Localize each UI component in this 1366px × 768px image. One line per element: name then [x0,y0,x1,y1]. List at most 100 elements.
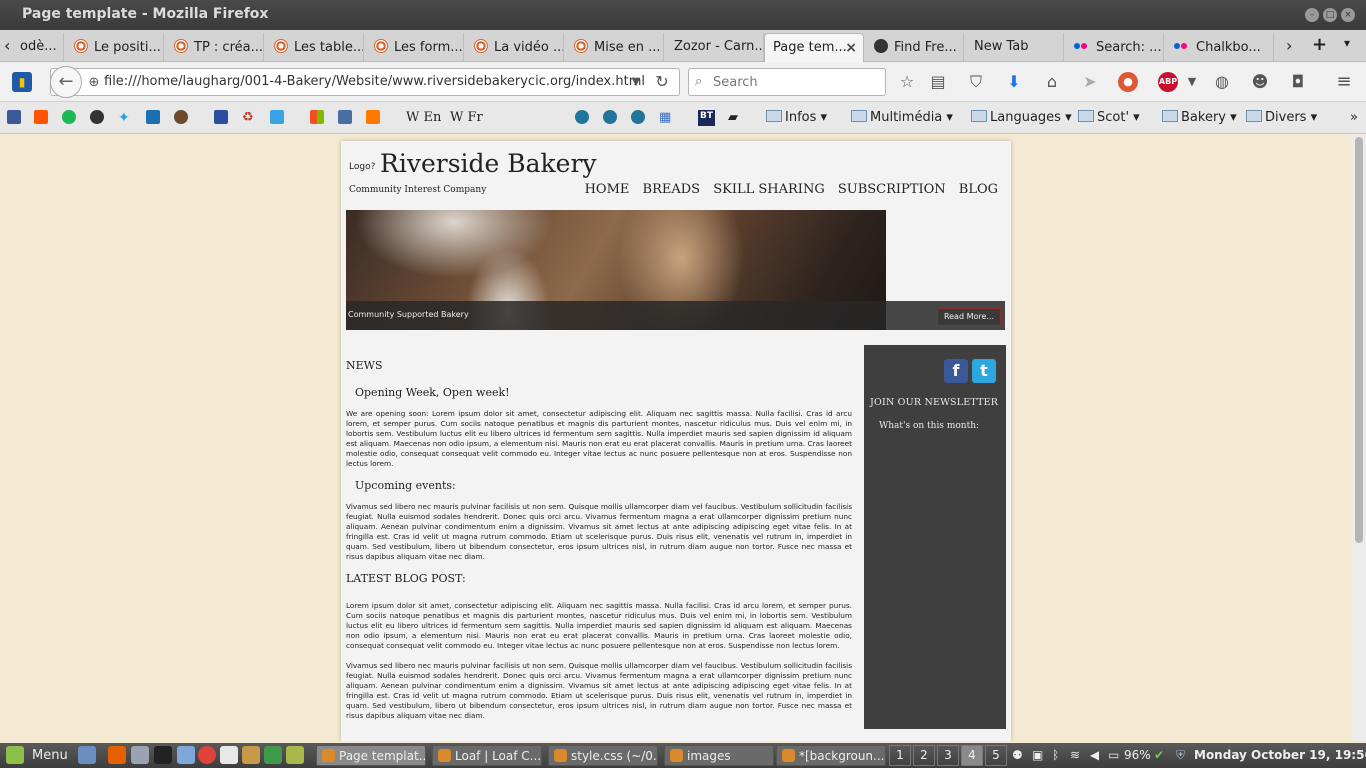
app-launcher-icon[interactable] [242,746,260,764]
adblock-menu-icon[interactable]: ▼ [1182,72,1202,92]
clock[interactable]: Monday October 19, 19:56 [1194,745,1366,766]
workspace-3[interactable]: 3 [937,745,959,766]
twitter-icon[interactable]: ✦ [118,110,130,126]
tab-list-icon[interactable]: ▾ [1344,36,1350,52]
search-input[interactable]: ⌕ Search [688,68,886,96]
workspace-1[interactable]: 1 [889,745,911,766]
tab[interactable]: New Tab [966,33,1064,62]
wordpress-icon[interactable] [631,110,645,124]
page-info-icon[interactable]: ⊕ [84,73,104,93]
taskbar-window-images[interactable]: images [664,745,774,766]
smiley-icon[interactable]: ☻ [1250,72,1270,92]
disk-icon[interactable]: ▣ [1032,745,1043,766]
apps-grid-icon[interactable]: ▦ [659,110,671,126]
facebook-icon[interactable]: f [944,359,968,383]
page-scrollbar[interactable] [1352,135,1366,741]
workspace-2[interactable]: 2 [913,745,935,766]
taskbar-window-loaf[interactable]: Loaf | Loaf C... [432,745,542,766]
dark-bookmark-icon[interactable]: ▰ [728,110,738,126]
star-bookmark-icon[interactable] [90,110,104,124]
wikipedia-en-bookmark[interactable]: W En [406,110,441,126]
site-logo[interactable]: Logo? [349,162,375,172]
wifi-icon[interactable]: ≋ [1070,745,1080,766]
site-title[interactable]: Riverside Bakery [380,149,597,178]
shield-icon[interactable]: ⛨ [1176,745,1185,766]
tab[interactable]: Mise en ... [566,33,664,62]
downloads-icon[interactable]: ⬇ [1004,72,1024,92]
news-bookmark-icon[interactable] [338,110,352,124]
nav-skill-sharing[interactable]: SKILL SHARING [713,182,824,197]
tab[interactable]: Search: ... [1066,33,1164,62]
url-history-dropdown-icon[interactable]: ▼ [626,72,646,92]
battery-icon[interactable]: ▭ [1108,745,1119,766]
nav-subscription[interactable]: SUBSCRIPTION [838,182,946,197]
update-icon[interactable]: ✔ [1154,745,1164,766]
send-icon[interactable]: ➤ [1080,72,1100,92]
soundcloud-icon[interactable] [34,110,48,124]
taskbar-window-style-css[interactable]: style.css (~/0... [548,745,658,766]
bookmark-star-icon[interactable]: ☆ [897,72,917,92]
extension-icon[interactable]: ◘ [1288,72,1308,92]
tab[interactable]: Le positi... [66,33,164,62]
new-tab-icon[interactable]: + [1312,34,1327,55]
cloud-bookmark-icon[interactable] [270,110,284,124]
settings-launcher-icon[interactable] [131,746,149,764]
home-icon[interactable]: ⌂ [1042,72,1062,92]
bookmark-folder[interactable]: Multimédia ▾ [851,110,953,126]
text-editor-launcher-icon[interactable] [220,746,238,764]
app-launcher-icon[interactable] [286,746,304,764]
files-launcher-icon[interactable] [177,746,195,764]
bluetooth-icon[interactable]: ᛒ [1052,745,1059,766]
bt-bookmark[interactable]: BT [698,110,715,126]
microsoft-icon[interactable] [310,110,324,124]
orange-icon[interactable] [366,110,380,124]
bookmark-folder[interactable]: Divers ▾ [1246,110,1317,126]
pocket-icon[interactable]: ⛉ [966,72,986,92]
maximize-icon[interactable]: □ [1323,8,1337,22]
taskbar-window-background[interactable]: *[backgroun... [776,745,886,766]
tab-active[interactable]: Page tem... × [764,33,864,62]
scroll-tabs-right-icon[interactable]: › [1286,36,1292,55]
spreadsheet-launcher-icon[interactable] [264,746,282,764]
stats-icon[interactable]: ▮ [12,72,32,92]
bookmark-folder[interactable]: Bakery ▾ [1162,110,1237,126]
tweetdeck-icon[interactable] [146,110,160,124]
nav-blog[interactable]: BLOG [959,182,998,197]
more-bookmarks-icon[interactable]: » [1350,110,1358,126]
wikipedia-fr-bookmark[interactable]: W Fr [450,110,483,126]
spotify-icon[interactable] [62,110,76,124]
menu-button[interactable]: Menu [32,745,68,766]
back-button[interactable]: ← [50,66,82,98]
bookmark-folder[interactable]: Infos ▾ [766,110,827,126]
show-desktop-icon[interactable] [78,746,96,764]
nav-home[interactable]: HOME [585,182,630,197]
terminal-launcher-icon[interactable] [154,746,172,764]
tab[interactable]: La vidéo ... [466,33,564,62]
adblock-icon[interactable]: ABP [1158,72,1178,92]
duckduckgo-icon[interactable]: ● [1118,72,1138,92]
reading-list-icon[interactable]: ▤ [928,72,948,92]
tab[interactable]: odè... [18,33,64,62]
scroll-tabs-left-icon[interactable]: ‹ [4,36,10,55]
volume-icon[interactable]: ◀ [1090,745,1099,766]
chrome-launcher-icon[interactable] [198,746,216,764]
bookmark-folder[interactable]: Scot' ▾ [1078,110,1140,126]
tab[interactable]: Chalkbo... [1166,33,1274,62]
read-more-button[interactable]: Read More... [937,308,1001,326]
tab[interactable]: TP : créa... [166,33,264,62]
nav-breads[interactable]: BREADS [643,182,701,197]
workspace-4[interactable]: 4 [961,745,983,766]
close-tab-icon[interactable]: × [845,40,857,56]
wordpress-icon[interactable] [603,110,617,124]
tab[interactable]: Les table... [266,33,364,62]
menu-icon[interactable]: ≡ [1334,72,1354,92]
workspace-5[interactable]: 5 [985,745,1007,766]
url-text[interactable]: file:///home/laugharg/001-4-Bakery/Websi… [104,74,645,89]
tab[interactable]: Les form... [366,33,464,62]
tab[interactable]: Find Fre... [866,33,964,62]
globe-icon[interactable]: ◍ [1212,72,1232,92]
avatar-bookmark-icon[interactable] [174,110,188,124]
tab[interactable]: Zozor - Carn... [666,33,764,62]
bookmark-folder[interactable]: Languages ▾ [971,110,1072,126]
facebook-icon[interactable] [7,110,21,124]
